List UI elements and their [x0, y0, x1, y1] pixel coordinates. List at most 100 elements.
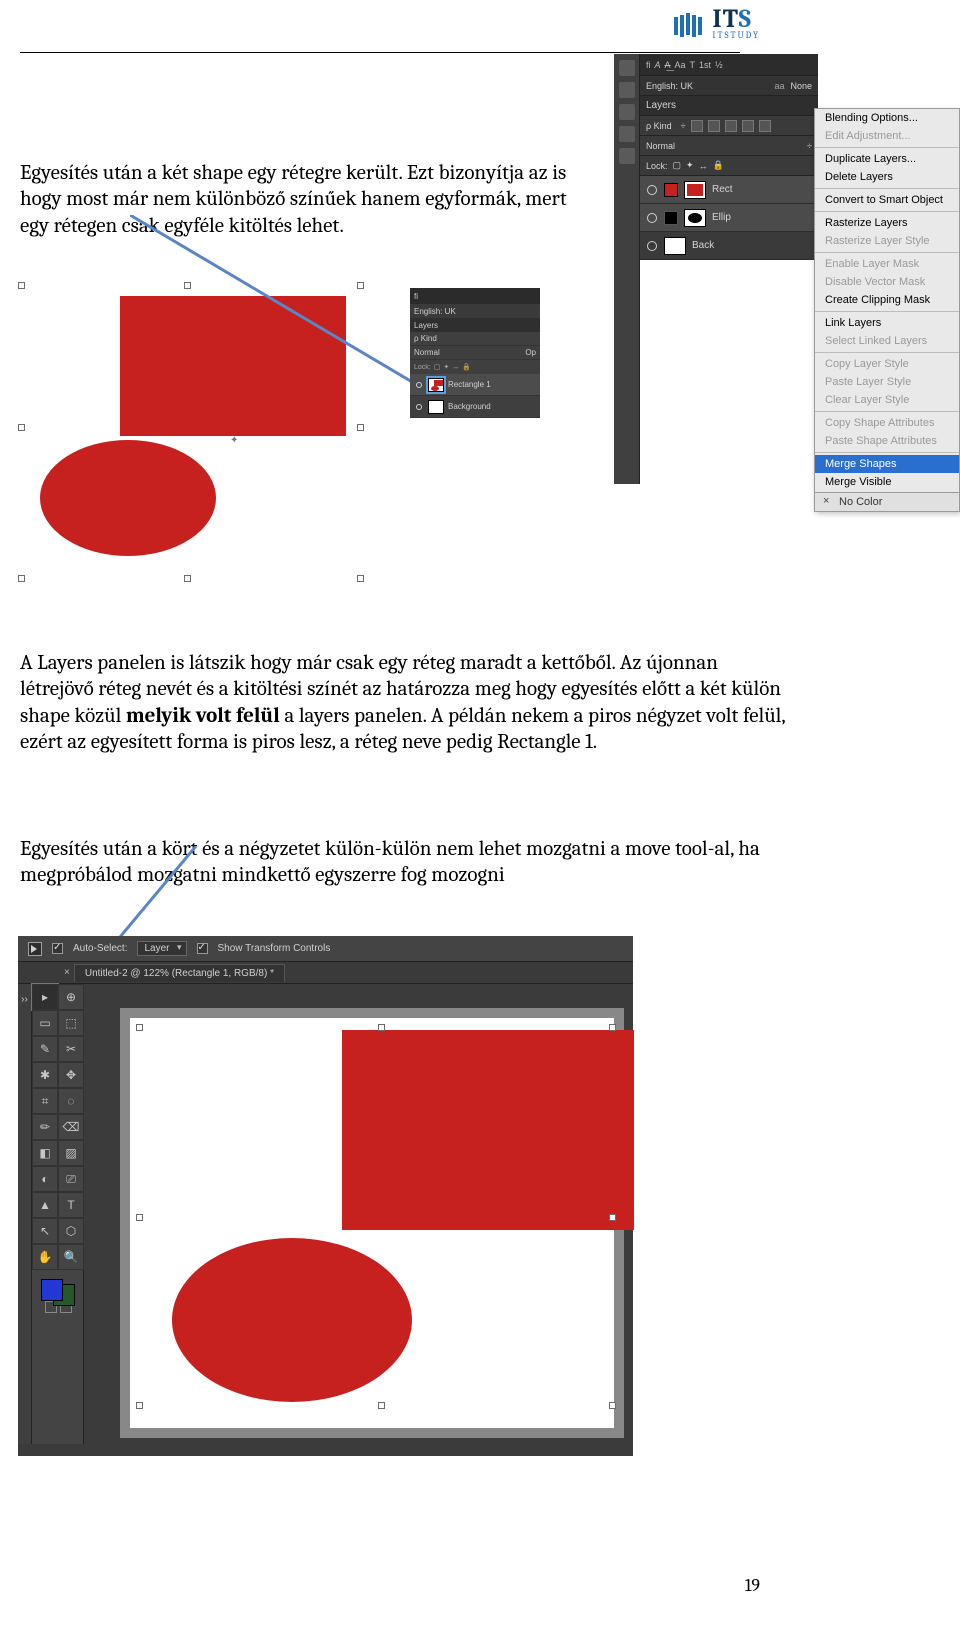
auto-select-checkbox[interactable]: [52, 943, 63, 954]
tool-button[interactable]: ⊕: [58, 984, 84, 1010]
tool-button[interactable]: ⬡: [58, 1218, 84, 1244]
move-tool-icon[interactable]: [28, 942, 42, 956]
transform-handle: [357, 575, 364, 582]
paragraph-3: Egyesítés után a kört és a négyzetet kül…: [20, 836, 790, 889]
transform-handle[interactable]: [136, 1402, 143, 1409]
layer-thumbnail: [664, 237, 686, 255]
visibility-eye-icon[interactable]: [414, 402, 424, 412]
tool-button[interactable]: ⬚: [58, 1010, 84, 1036]
layer-name: Background: [448, 402, 491, 411]
transform-handle[interactable]: [609, 1402, 616, 1409]
layer-row-ellipse[interactable]: Ellip: [640, 204, 818, 232]
tool-button[interactable]: ◧: [32, 1140, 58, 1166]
visibility-eye-icon[interactable]: [646, 240, 658, 252]
tool-button[interactable]: ✂: [58, 1036, 84, 1062]
lock-transparent-icon[interactable]: ▢: [673, 160, 682, 171]
layer-thumbnail: [428, 400, 444, 414]
aa-select[interactable]: None: [790, 81, 812, 91]
menu-item[interactable]: Rasterize Layers: [815, 214, 959, 232]
lock-all-icon[interactable]: 🔒: [713, 160, 724, 171]
layer-row-rectangle[interactable]: Rectangle 1: [410, 374, 540, 396]
tool-button[interactable]: ⎚: [58, 1166, 84, 1192]
layer-row-rect[interactable]: Rect: [640, 176, 818, 204]
menu-item[interactable]: Blending Options...: [815, 109, 959, 127]
red-ellipse-shape: [40, 440, 216, 556]
filter-type-icon[interactable]: [725, 120, 737, 132]
no-color-swatch[interactable]: No Color: [814, 492, 960, 512]
tool-button[interactable]: ✏: [32, 1114, 58, 1140]
menu-item[interactable]: Create Clipping Mask: [815, 291, 959, 309]
header-rule: [20, 52, 740, 53]
dock-tab-icon[interactable]: [619, 60, 635, 76]
left-collapse-dock[interactable]: ››: [18, 984, 32, 1444]
document-tab[interactable]: Untitled-2 @ 122% (Rectangle 1, RGB/8) *: [74, 964, 285, 982]
red-rectangle-shape[interactable]: [342, 1030, 634, 1230]
layer-thumbnail: [684, 181, 706, 199]
visibility-eye-icon[interactable]: [646, 212, 658, 224]
tool-button[interactable]: ▭: [32, 1010, 58, 1036]
layer-name: Rectangle 1: [448, 380, 491, 389]
dock-tab-icon[interactable]: [619, 104, 635, 120]
tool-button[interactable]: 🔍: [58, 1244, 84, 1270]
logo-text-accent: S: [739, 4, 752, 34]
blend-mode-select[interactable]: Normal: [646, 141, 675, 151]
visibility-eye-icon[interactable]: [414, 380, 424, 390]
menu-separator: [815, 452, 959, 453]
options-bar: Auto-Select: Layer Show Transform Contro…: [18, 936, 633, 962]
transform-handle[interactable]: [136, 1214, 143, 1221]
transform-handle[interactable]: [378, 1402, 385, 1409]
tab-close-icon[interactable]: ×: [64, 967, 70, 978]
show-transform-checkbox[interactable]: [197, 943, 208, 954]
tool-button[interactable]: ✋: [32, 1244, 58, 1270]
lock-pixels-icon[interactable]: ✦: [686, 160, 694, 171]
tool-button[interactable]: ↖: [32, 1218, 58, 1244]
transform-handle[interactable]: [609, 1024, 616, 1031]
expand-chevron-icon[interactable]: ››: [18, 994, 31, 1005]
figure-canvas-shapes: ✦: [22, 286, 360, 578]
dock-tab-icon[interactable]: [619, 148, 635, 164]
visibility-eye-icon[interactable]: [646, 184, 658, 196]
filter-pixel-icon[interactable]: [691, 120, 703, 132]
layer-row-background[interactable]: Background: [410, 396, 540, 418]
menu-item[interactable]: Delete Layers: [815, 168, 959, 186]
transform-handle: [18, 575, 25, 582]
lock-position-icon[interactable]: ↔: [699, 161, 708, 171]
tool-button[interactable]: ⌗: [32, 1088, 58, 1114]
color-swatches[interactable]: [32, 1270, 84, 1310]
filter-smart-icon[interactable]: [759, 120, 771, 132]
tool-button[interactable]: ✥: [58, 1062, 84, 1088]
tool-button[interactable]: ◐: [32, 1166, 58, 1192]
foreground-swatch[interactable]: [41, 1279, 63, 1301]
dock-tab-icon[interactable]: [619, 126, 635, 142]
char-fi: fi: [414, 292, 418, 301]
tool-button[interactable]: ✎: [32, 1036, 58, 1062]
menu-item[interactable]: Merge Visible: [815, 473, 959, 491]
tool-button[interactable]: ▲: [32, 1192, 58, 1218]
tool-button[interactable]: ✱: [32, 1062, 58, 1088]
menu-item[interactable]: Merge Shapes: [815, 455, 959, 473]
menu-item: Disable Vector Mask: [815, 273, 959, 291]
red-ellipse-shape[interactable]: [172, 1238, 412, 1402]
lang-select[interactable]: English: UK: [646, 81, 693, 91]
tool-button[interactable]: ▨: [58, 1140, 84, 1166]
filter-shape-icon[interactable]: [742, 120, 754, 132]
filter-adjustment-icon[interactable]: [708, 120, 720, 132]
transform-handle[interactable]: [609, 1214, 616, 1221]
character-options-bar: fi A A͟ Aa T 1st ½: [640, 54, 818, 76]
menu-item[interactable]: Duplicate Layers...: [815, 150, 959, 168]
tool-button[interactable]: ◌: [58, 1088, 84, 1114]
transform-handle[interactable]: [378, 1024, 385, 1031]
tool-button[interactable]: ▸: [32, 984, 58, 1010]
layer-row-background[interactable]: Back: [640, 232, 818, 260]
paragraph-1: Egyesítés után a két shape egy rétegre k…: [20, 160, 580, 239]
logo-text-dark: IT: [712, 4, 738, 34]
menu-item[interactable]: Link Layers: [815, 314, 959, 332]
fill-swatch: [664, 211, 678, 225]
tool-button[interactable]: ⌫: [58, 1114, 84, 1140]
menu-item[interactable]: Convert to Smart Object: [815, 191, 959, 209]
tool-button[interactable]: T: [58, 1192, 84, 1218]
auto-select-dropdown[interactable]: Layer: [137, 941, 186, 956]
transform-handle: [184, 575, 191, 582]
dock-tab-icon[interactable]: [619, 82, 635, 98]
transform-handle[interactable]: [136, 1024, 143, 1031]
